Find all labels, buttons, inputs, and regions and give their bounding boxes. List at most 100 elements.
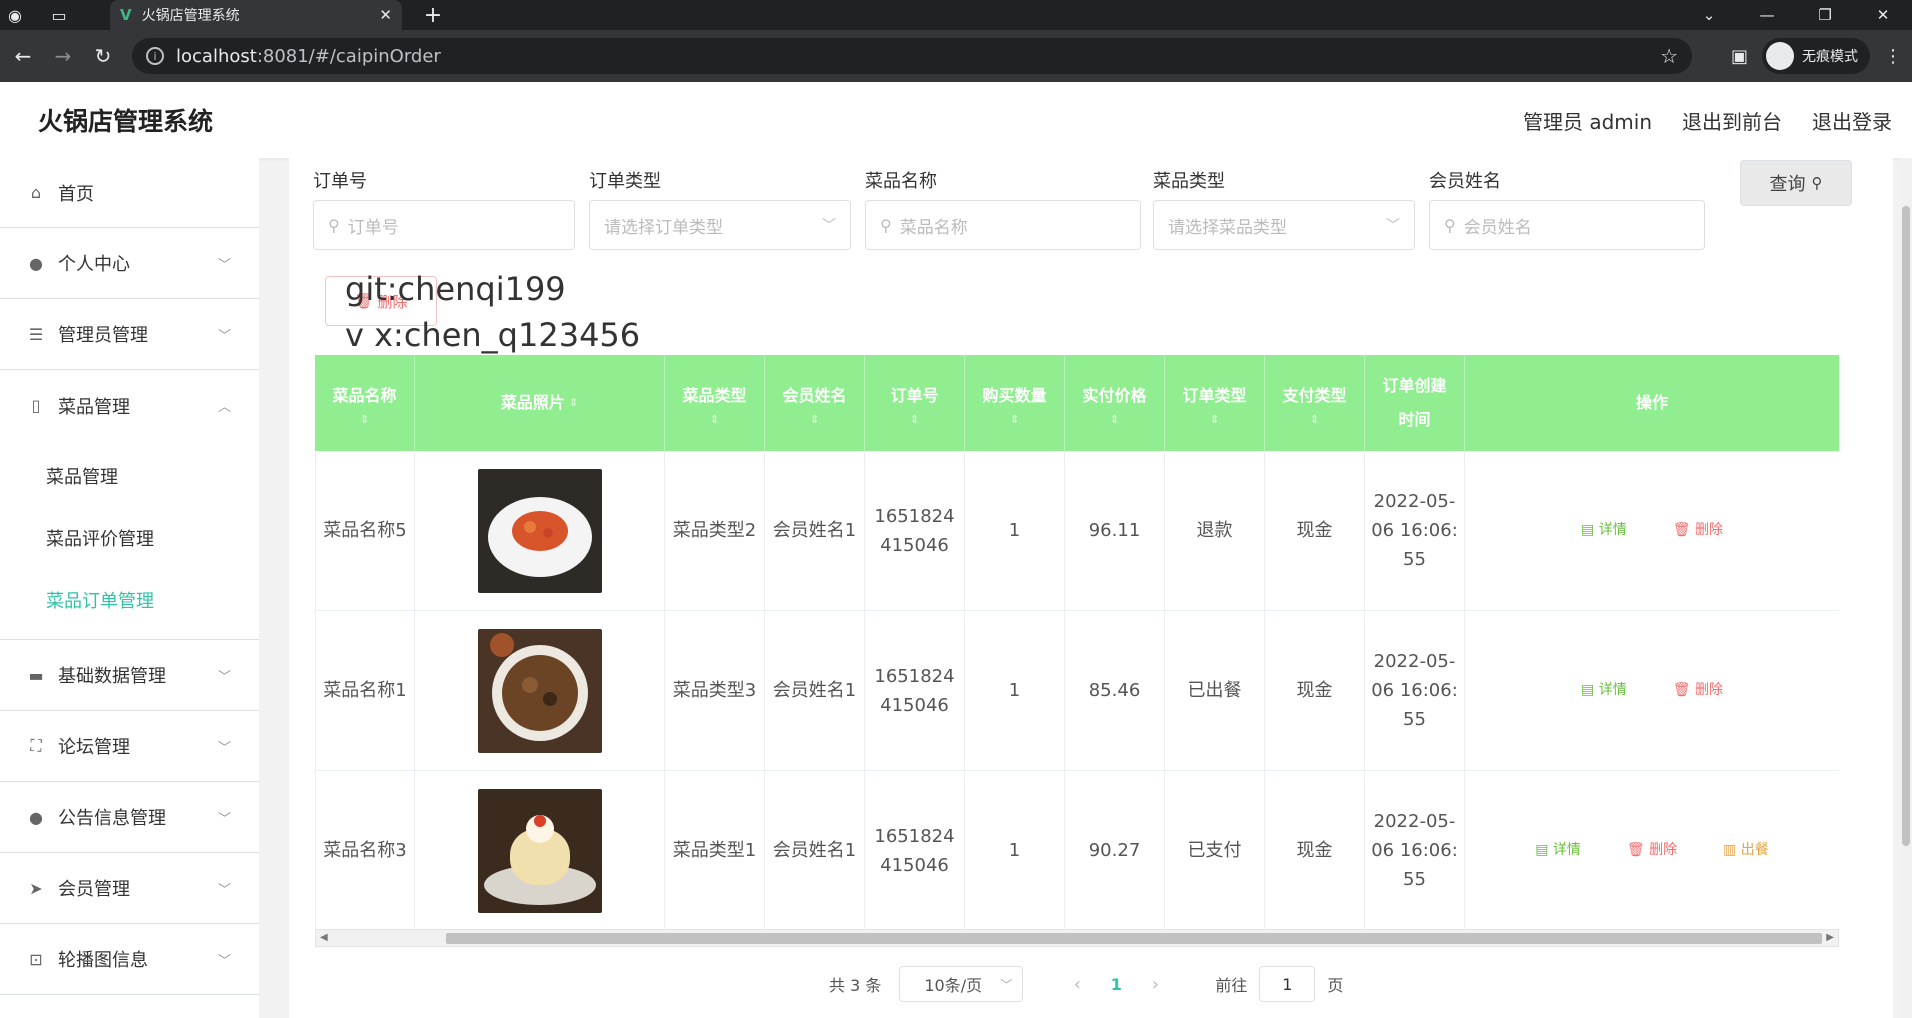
sidebar-item-label: 菜品管理	[58, 396, 130, 418]
col-header-order-type[interactable]: 订单类型 ⇕	[1165, 355, 1265, 451]
filter-label: 订单类型	[589, 171, 661, 192]
logout-link[interactable]: 退出登录	[1812, 106, 1892, 135]
person-icon: ●	[29, 807, 43, 827]
sidepanel-icon[interactable]: ▣	[1731, 46, 1748, 67]
cell-order-type: 退款	[1165, 451, 1265, 610]
cell-ops: ▤ 详情 🗑 删除	[1465, 611, 1839, 770]
sidebar-item-dishes[interactable]: ▯ 菜品管理 ︿	[0, 370, 259, 441]
cell-ops: ▤ 详情 🗑 删除	[1465, 451, 1839, 610]
chevron-up-icon: ︿	[217, 400, 231, 415]
app-header: 火锅店管理系统 管理员 admin 退出到前台 退出登录	[0, 82, 1912, 158]
scrollbar-thumb[interactable]	[446, 933, 1822, 944]
filter-label: 订单号	[313, 171, 367, 192]
reload-icon[interactable]: ↻	[86, 39, 120, 73]
sidebar-item-forum[interactable]: ⛶ 论坛管理 ﹀	[0, 711, 259, 782]
query-button[interactable]: 查询 ⚲	[1740, 160, 1852, 206]
delete-label: 删除	[1694, 682, 1723, 698]
header-text: 菜品照片	[500, 393, 565, 412]
sidebar-item-personal[interactable]: ● 个人中心 ﹀	[0, 228, 259, 299]
back-icon[interactable]: ←	[6, 39, 40, 73]
incognito-indicator[interactable]: 无痕模式	[1762, 38, 1870, 74]
goto-page-input[interactable]: 1	[1259, 966, 1316, 1002]
current-page[interactable]: 1	[1101, 975, 1131, 994]
detail-button[interactable]: ▤ 详情	[1535, 836, 1581, 865]
sidebar-subitem-dish-manage[interactable]: 菜品管理	[0, 445, 259, 507]
cell-member: 会员姓名1	[765, 771, 865, 930]
header-text: 操作	[1635, 393, 1668, 412]
col-header-dish-name[interactable]: 菜品名称 ⇕	[315, 355, 415, 451]
sidebar-item-admins[interactable]: ☰ 管理员管理 ﹀	[0, 299, 259, 370]
sidebar-item-label: 论坛管理	[58, 737, 130, 758]
exit-to-front-link[interactable]: 退出到前台	[1682, 106, 1782, 135]
order-type-select[interactable]: 请选择订单类型 ﹀	[589, 200, 851, 250]
new-tab-button[interactable]: +	[418, 0, 448, 30]
close-tab-icon[interactable]: ✕	[379, 6, 392, 24]
detail-button[interactable]: ▤ 详情	[1581, 516, 1627, 545]
table-header: 菜品名称 ⇕ 菜品照片 ⇕ 菜品类型 ⇕ 会员姓名 ⇕ 订单号 ⇕ 购买数量 ⇕ 实付价格 ⇕…	[315, 355, 1839, 451]
chevron-down-icon: ﹀	[217, 257, 231, 273]
search-icon: ⚲	[880, 215, 892, 235]
dish-name-input[interactable]: ⚲ 菜品名称	[865, 200, 1141, 250]
close-window-icon[interactable]: ✕	[1854, 0, 1912, 30]
restore-icon[interactable]: ❐	[1796, 0, 1854, 30]
prev-page-button[interactable]: ‹	[1053, 974, 1101, 995]
document-icon: ▤	[1535, 842, 1549, 858]
sidebar-item-carousel[interactable]: ⊡ 轮播图信息 ﹀	[0, 924, 259, 995]
col-header-created[interactable]: 订单创建时间	[1365, 355, 1465, 451]
sidebar-item-members[interactable]: ➤ 会员管理 ﹀	[0, 853, 259, 924]
dish-photo	[477, 788, 602, 913]
chevron-down-icon: ﹀	[217, 740, 231, 756]
sidebar-subitem-dish-review[interactable]: 菜品评价管理	[0, 507, 259, 569]
col-header-dish-type[interactable]: 菜品类型 ⇕	[665, 355, 765, 451]
sidebar-item-home[interactable]: ⌂ 首页	[0, 158, 259, 228]
delete-button[interactable]: 🗑 删除	[1673, 676, 1723, 705]
dish-type-select[interactable]: 请选择菜品类型 ﹀	[1153, 200, 1415, 250]
browser-globe-icon[interactable]: ◉	[0, 0, 30, 30]
incognito-icon	[1766, 42, 1794, 70]
col-header-pay-type[interactable]: 支付类型 ⇕	[1265, 355, 1365, 451]
scrollbar-thumb[interactable]	[1902, 206, 1910, 846]
page-size-select[interactable]: 10条/页 ﹀	[899, 966, 1024, 1002]
col-header-qty[interactable]: 购买数量 ⇕	[965, 355, 1065, 451]
sort-icon: ⇕	[359, 413, 370, 426]
forward-icon[interactable]: →	[46, 39, 80, 73]
member-name-input[interactable]: ⚲ 会员姓名	[1429, 200, 1705, 250]
col-header-member[interactable]: 会员姓名 ⇕	[765, 355, 865, 451]
chevron-down-icon: ﹀	[822, 218, 836, 234]
sidebar-item-basedata[interactable]: ▬ 基础数据管理 ﹀	[0, 640, 259, 711]
cell-member: 会员姓名1	[765, 451, 865, 610]
detail-button[interactable]: ▤ 详情	[1581, 676, 1627, 705]
page-vertical-scrollbar[interactable]	[1900, 158, 1912, 1018]
bookmark-star-icon[interactable]: ☆	[1660, 44, 1678, 68]
table-row: 菜品名称1 菜品类型3 会员姓名1 1651824415046 1 85.46 …	[315, 611, 1839, 771]
col-header-order-no[interactable]: 订单号 ⇕	[865, 355, 965, 451]
tab-search-icon[interactable]: ⌄	[1680, 0, 1738, 30]
minimize-icon[interactable]: —	[1738, 0, 1796, 30]
browser-tab[interactable]: V 火锅店管理系统 ✕	[110, 0, 402, 30]
table-horizontal-scrollbar[interactable]: ◀ ▶	[315, 929, 1839, 947]
col-header-price[interactable]: 实付价格 ⇕	[1065, 355, 1165, 451]
sidebar-item-notice[interactable]: ● 公告信息管理 ﹀	[0, 782, 259, 853]
sidebar-subitem-dish-order[interactable]: 菜品订单管理	[0, 569, 259, 631]
delete-button[interactable]: 🗑 删除	[1673, 516, 1723, 545]
delete-button[interactable]: 🗑 删除	[1627, 836, 1677, 865]
main-content: 订单号 ⚲ 订单号 订单类型 请选择订单类型 ﹀ 菜品名称 ⚲ 菜品名称 菜品类…	[289, 158, 1893, 1018]
sort-icon: ⇕	[1009, 413, 1020, 426]
scroll-left-icon[interactable]: ◀	[320, 930, 328, 946]
address-bar[interactable]: i localhost:8081/#/caipinOrder ☆	[132, 38, 1692, 74]
cell-created: 2022-05-06 16:06:55	[1365, 771, 1465, 930]
filter-dish-name: 菜品名称 ⚲ 菜品名称	[865, 164, 1141, 250]
serve-button[interactable]: ▥ 出餐	[1723, 836, 1769, 865]
header-text: 订单号	[890, 386, 939, 405]
browser-menu-icon[interactable]: ⋮	[1884, 46, 1902, 67]
sidebar-item-label: 轮播图信息	[58, 950, 148, 971]
next-page-button[interactable]: ›	[1131, 974, 1179, 995]
detail-label: 详情	[1552, 842, 1581, 858]
scroll-right-icon[interactable]: ▶	[1826, 930, 1834, 946]
col-header-photo[interactable]: 菜品照片 ⇕	[415, 355, 665, 451]
order-no-input[interactable]: ⚲ 订单号	[313, 200, 575, 250]
url-path: :8081/#/caipinOrder	[256, 45, 441, 67]
site-info-icon[interactable]: i	[146, 47, 164, 65]
browser-window-icon[interactable]: ▭	[44, 0, 74, 30]
document-icon: ▥	[1723, 842, 1737, 858]
